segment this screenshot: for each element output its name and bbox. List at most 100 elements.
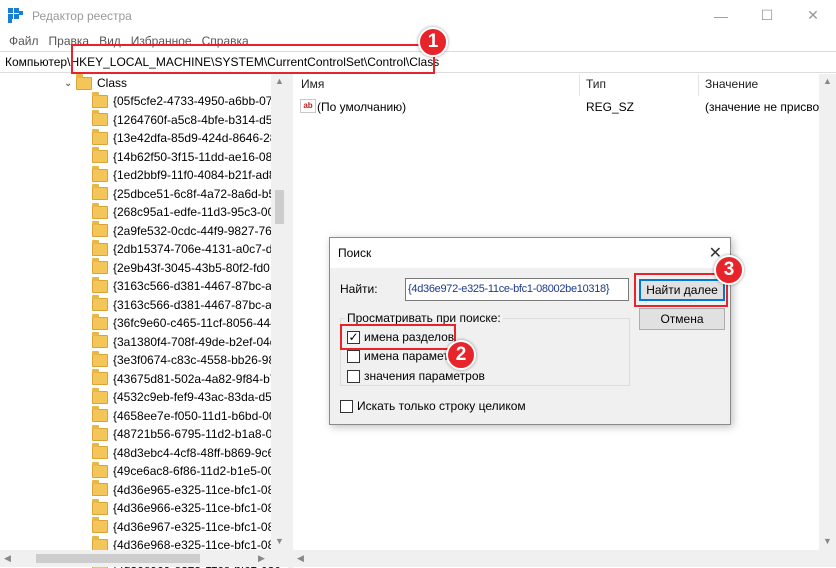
tree-item-label: {43675d81-502a-4a82-9f84-b75 xyxy=(113,371,284,386)
tree-item-label: {2db15374-706e-4131-a0c7-d7 xyxy=(113,242,280,256)
tree-item[interactable]: {4658ee7e-f050-11d1-b6bd-00 xyxy=(92,406,276,425)
scroll-left-icon[interactable]: ◀ xyxy=(297,553,304,564)
option-data[interactable]: значения параметров xyxy=(347,369,485,383)
tree-item-label: {2a9fe532-0cdc-44f9-9827-761 xyxy=(113,223,279,238)
tree-item[interactable]: {1ed2bbf9-11f0-4084-b21f-ad8 xyxy=(92,165,276,184)
tree-horizontal-scrollbar[interactable]: ◀ ▶ xyxy=(0,550,288,567)
scroll-right-icon[interactable]: ▶ xyxy=(258,553,265,564)
tree-item[interactable]: {36fc9e60-c465-11cf-8056-444 xyxy=(92,313,277,332)
column-divider[interactable] xyxy=(579,74,580,96)
tree-item[interactable]: {05f5cfe2-4733-4950-a6bb-07a xyxy=(92,91,279,110)
tree-item-label: {4d36e966-e325-11ce-bfc1-080 xyxy=(113,501,281,515)
value-data: (значение не присвоен xyxy=(705,100,833,114)
title-bar: Редактор реестра — ☐ ✕ xyxy=(0,0,836,31)
checkbox-icon[interactable] xyxy=(340,399,353,413)
column-header-type[interactable]: Тип xyxy=(586,77,606,91)
folder-icon xyxy=(92,128,108,145)
tree-item-label: {4658ee7e-f050-11d1-b6bd-00 xyxy=(113,408,276,423)
folder-icon xyxy=(92,443,108,459)
tree-item[interactable]: {2a9fe532-0cdc-44f9-9827-761 xyxy=(92,221,279,240)
menu-file[interactable]: Файл xyxy=(4,34,44,48)
annotation-box-option xyxy=(340,324,456,350)
value-name: (По умолчанию) xyxy=(317,100,407,114)
checkbox-icon[interactable] xyxy=(347,369,360,383)
group-title: Просматривать при поиске: xyxy=(345,311,503,325)
annotation-box-address xyxy=(71,44,435,74)
tree-vertical-scrollbar[interactable]: ▲ ▼ xyxy=(271,74,288,550)
tree-item[interactable]: {25dbce51-6c8f-4a72-8a6d-b5 xyxy=(92,184,275,203)
list-horizontal-scrollbar[interactable]: ◀ xyxy=(293,550,836,567)
tree-item-label: {48721b56-6795-11d2-b1a8-00 xyxy=(113,427,279,441)
tree-item-class[interactable]: Class xyxy=(76,74,127,92)
maximize-button[interactable]: ☐ xyxy=(744,0,790,31)
find-input[interactable]: {4d36e972-e325-11ce-bfc1-08002be10318} xyxy=(405,278,629,301)
tree-item[interactable]: {13e42dfa-85d9-424d-8646-28 xyxy=(92,128,276,147)
tree-item[interactable]: {1264760f-a5c8-4bfe-b314-d56 xyxy=(92,110,280,129)
list-vertical-scrollbar[interactable]: ▲ ▼ xyxy=(819,74,836,550)
table-row[interactable]: ab (По умолчанию) REG_SZ (значение не пр… xyxy=(293,98,836,116)
folder-icon xyxy=(92,480,108,496)
tree-item-label: {2e9b43f-3045-43b5-80f2-fd0 xyxy=(113,260,270,275)
scroll-down-icon[interactable]: ▼ xyxy=(275,536,284,546)
folder-icon xyxy=(92,258,108,274)
tree-item[interactable]: {2e9b43f-3045-43b5-80f2-fd0 xyxy=(92,258,270,277)
annotation-badge-2: 2 xyxy=(446,340,476,370)
folder-icon xyxy=(92,239,108,256)
chevron-down-icon[interactable]: ⌄ xyxy=(64,78,72,89)
tree-item[interactable]: {48721b56-6795-11d2-b1a8-00 xyxy=(92,424,279,443)
tree-item-label: Class xyxy=(97,76,128,90)
option-label: Искать только строку целиком xyxy=(357,399,526,413)
scroll-up-icon[interactable]: ▲ xyxy=(823,76,832,86)
tree-item[interactable]: {48d3ebc4-4cf8-48ff-b869-9c6 xyxy=(92,443,275,462)
tree-item[interactable]: {43675d81-502a-4a82-9f84-b75 xyxy=(92,369,284,388)
folder-icon xyxy=(92,110,108,126)
folder-icon xyxy=(92,406,108,422)
tree-item[interactable]: {4d36e967-e325-11ce-bfc1-080 xyxy=(92,517,281,536)
close-button[interactable]: ✕ xyxy=(790,0,836,31)
option-label: значения параметров xyxy=(364,369,485,383)
folder-icon xyxy=(92,184,108,200)
tree-item[interactable]: {3163c566-d381-4467-87bc-a6 xyxy=(92,276,278,295)
scroll-down-icon[interactable]: ▼ xyxy=(823,536,832,546)
column-divider[interactable] xyxy=(698,74,699,96)
folder-icon xyxy=(92,276,108,293)
tree-item-label: {1ed2bbf9-11f0-4084-b21f-ad8 xyxy=(113,168,276,182)
tree-item[interactable]: {3163c566-d381-4467-87bc-a6 xyxy=(92,295,279,314)
tree-scroll-thumb[interactable] xyxy=(275,190,284,224)
folder-icon xyxy=(92,387,108,404)
tree-item-label: {4d36e967-e325-11ce-bfc1-080 xyxy=(113,519,281,534)
tree-item[interactable]: {49ce6ac8-6f86-11d2-b1e5-008 xyxy=(92,461,281,480)
option-whole-string[interactable]: Искать только строку целиком xyxy=(340,399,526,413)
folder-icon xyxy=(92,369,108,385)
string-value-icon: ab xyxy=(300,99,316,113)
tree-item[interactable]: {3e3f0674-c83c-4558-bb26-98 xyxy=(92,350,275,369)
tree-item[interactable]: {3a1380f4-708f-49de-b2ef-04d xyxy=(92,332,277,351)
tree-item[interactable]: {4d36e965-e325-11ce-bfc1-080 xyxy=(92,480,281,499)
tree-item-label: {3163c566-d381-4467-87bc-a6 xyxy=(113,297,279,312)
tree-item[interactable]: {4532c9eb-fef9-43ac-83da-d5c xyxy=(92,387,278,406)
minimize-button[interactable]: — xyxy=(698,0,744,31)
tree-item-label: {3a1380f4-708f-49de-b2ef-04d xyxy=(113,334,277,349)
key-tree[interactable]: ⌄ Class {05f5cfe2-4733-4950-a6bb-07a {126… xyxy=(0,74,288,568)
tree-item[interactable]: {14b62f50-3f15-11dd-ae16-080 xyxy=(92,147,279,166)
tree-hscroll-thumb[interactable] xyxy=(36,554,200,563)
tree-item-label: {4532c9eb-fef9-43ac-83da-d5c xyxy=(113,390,278,404)
value-type: REG_SZ xyxy=(586,100,635,114)
column-header-value[interactable]: Значение xyxy=(705,77,758,91)
tree-item[interactable]: {4d36e966-e325-11ce-bfc1-080 xyxy=(92,498,281,517)
tree-item[interactable]: {2db15374-706e-4131-a0c7-d7 xyxy=(92,239,280,258)
folder-icon xyxy=(92,350,108,367)
tree-item-label: {48d3ebc4-4cf8-48ff-b869-9c6 xyxy=(113,445,275,460)
scroll-up-icon[interactable]: ▲ xyxy=(275,76,284,86)
scroll-left-icon[interactable]: ◀ xyxy=(4,553,11,564)
tree-item-label: {268c95a1-edfe-11d3-95c3-00 xyxy=(113,205,275,219)
column-header-name[interactable]: Имя xyxy=(301,77,324,91)
folder-icon xyxy=(92,202,108,219)
tree-item-label: {1264760f-a5c8-4bfe-b314-d56 xyxy=(113,112,280,127)
folder-icon xyxy=(92,332,108,348)
tree-item[interactable]: {268c95a1-edfe-11d3-95c3-00 xyxy=(92,202,275,221)
find-label: Найти: xyxy=(340,282,378,296)
cancel-button[interactable]: Отмена xyxy=(639,308,725,330)
checkbox-icon[interactable] xyxy=(347,349,360,363)
tree-item-label: {14b62f50-3f15-11dd-ae16-080 xyxy=(113,149,279,164)
